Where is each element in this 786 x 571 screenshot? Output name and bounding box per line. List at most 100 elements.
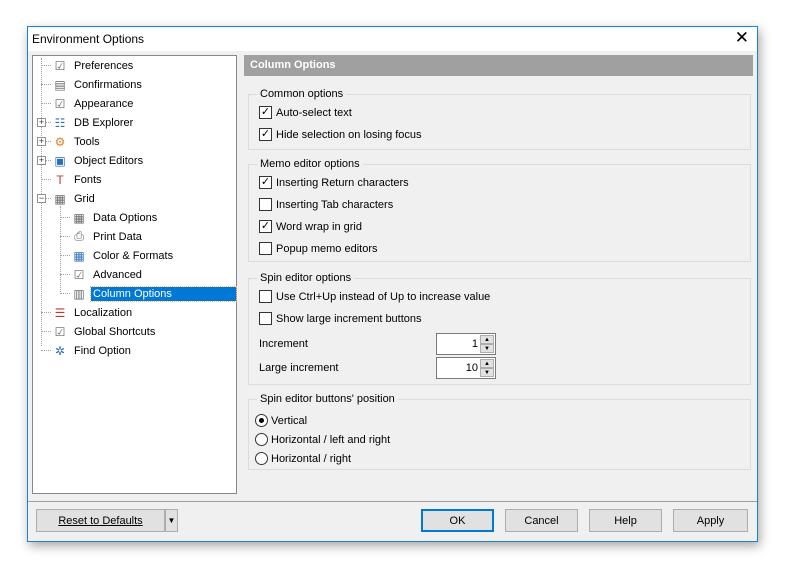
tree-line: [41, 179, 51, 180]
expand-icon[interactable]: +: [37, 137, 46, 146]
tree-item-label: Advanced: [93, 268, 142, 281]
close-icon[interactable]: ✕: [735, 29, 749, 47]
checkbox-word-wrap-in-grid[interactable]: ✓ Word wrap in grid: [259, 220, 362, 233]
checkbox-popup-memo-editors[interactable]: Popup memo editors: [259, 242, 378, 255]
checkbox-icon[interactable]: [259, 290, 272, 303]
apply-button[interactable]: Apply: [673, 509, 748, 532]
tree-item-global-shortcuts[interactable]: ☑ Global Shortcuts: [52, 322, 157, 341]
appearance-icon: ☑: [54, 96, 66, 111]
checkbox-inserting-return-characters[interactable]: ✓ Inserting Return characters: [259, 176, 409, 189]
options-tree[interactable]: ☑ Preferences ▤ Confirmations ☑ Appearance + ☷ D…: [32, 55, 237, 494]
group-legend: Spin editor options: [257, 272, 355, 284]
spin-up-icon[interactable]: ▲: [480, 359, 494, 368]
collapse-icon[interactable]: −: [37, 194, 46, 203]
radio-horizontal-left-and-right[interactable]: Horizontal / left and right: [255, 433, 390, 446]
expand-icon[interactable]: +: [37, 118, 46, 127]
checkbox-show-large-increment-buttons[interactable]: Show large increment buttons: [259, 312, 422, 325]
radio-label: Horizontal / right: [271, 452, 352, 465]
tree-item-label: Data Options: [93, 211, 158, 224]
spin-down-icon[interactable]: ▼: [480, 368, 494, 377]
checkbox-icon[interactable]: [259, 198, 272, 211]
checkbox-label: Auto-select text: [276, 106, 352, 119]
checkbox-label: Show large increment buttons: [276, 312, 422, 325]
group-legend: Spin editor buttons' position: [257, 393, 398, 405]
tree-item-confirmations[interactable]: ▤ Confirmations: [52, 75, 144, 94]
tree-item-label: Color & Formats: [93, 249, 174, 262]
checkbox-use-ctrl-up-instead-of-up-to-increase-value[interactable]: Use Ctrl+Up instead of Up to increase va…: [259, 290, 490, 303]
chevron-down-icon: ▼: [167, 516, 176, 525]
tree-item-tools[interactable]: ⚙ Tools: [52, 132, 102, 151]
column-grid-icon: ▥: [73, 286, 85, 301]
radio-icon[interactable]: [255, 452, 268, 465]
title-bar: Environment Options ✕: [28, 27, 757, 51]
spin-up-icon[interactable]: ▲: [480, 335, 494, 344]
reset-to-defaults-button[interactable]: Reset to Defaults: [36, 509, 165, 532]
grid-icon: ▦: [54, 191, 66, 206]
checkbox-label: Word wrap in grid: [276, 220, 362, 233]
checkbox-icon[interactable]: ✓: [259, 220, 272, 233]
grid-data-icon: ▦: [73, 210, 85, 225]
checkbox-icon[interactable]: [259, 312, 272, 325]
ok-button[interactable]: OK: [421, 509, 494, 532]
tree-item-color-formats[interactable]: ▦ Color & Formats: [71, 246, 175, 265]
tree-line: [41, 103, 51, 104]
checkbox-label: Inserting Return characters: [276, 176, 409, 189]
checkbox-icon[interactable]: ✓: [259, 128, 272, 141]
reset-label: Reset to Defaults: [58, 514, 143, 527]
radio-vertical[interactable]: Vertical: [255, 414, 307, 427]
shortcuts-icon: ☑: [54, 324, 66, 339]
tree-line: [41, 312, 51, 313]
large-increment-value: 10: [465, 362, 478, 374]
tree-line: [60, 217, 70, 218]
spin-editor-options-group: Spin editor options Use Ctrl+Up instead …: [248, 272, 751, 385]
spin-buttons-position-group: Spin editor buttons' position Vertical Ho…: [248, 393, 751, 470]
tree-item-label: Preferences: [74, 59, 134, 72]
tree-item-db-explorer[interactable]: ☷ DB Explorer: [52, 113, 135, 132]
radio-label: Vertical: [271, 414, 308, 427]
tree-item-appearance[interactable]: ☑ Appearance: [52, 94, 135, 113]
gears-icon: ⚙: [54, 134, 66, 149]
tree-item-find-option[interactable]: ✲ Find Option: [52, 341, 133, 360]
large-increment-spinner[interactable]: 10 ▲ ▼: [436, 357, 496, 379]
increment-spinner[interactable]: 1 ▲ ▼: [436, 333, 496, 355]
group-legend: Common options: [257, 88, 347, 100]
tree-item-column-options[interactable]: ▥ Column Options: [71, 284, 237, 303]
tree-item-label: Fonts: [74, 173, 102, 186]
reset-dropdown-button[interactable]: ▼: [165, 509, 178, 532]
checkbox-inserting-tab-characters[interactable]: Inserting Tab characters: [259, 198, 393, 211]
tree-item-label: Grid: [74, 192, 95, 205]
localization-icon: ☰: [54, 305, 66, 320]
checkbox-hide-selection-on-losing-focus[interactable]: ✓ Hide selection on losing focus: [259, 128, 422, 141]
checkbox-icon[interactable]: [259, 242, 272, 255]
tree-item-print-data[interactable]: ⎙ Print Data: [71, 227, 144, 246]
tree-line: [60, 293, 70, 294]
increment-label: Increment: [259, 338, 308, 350]
checkbox-label: Use Ctrl+Up instead of Up to increase va…: [276, 290, 491, 303]
tree-item-label: Column Options: [90, 285, 237, 302]
radio-icon[interactable]: [255, 414, 268, 427]
checkbox-auto-select-text[interactable]: ✓ Auto-select text: [259, 106, 352, 119]
radio-horizontal-right[interactable]: Horizontal / right: [255, 452, 351, 465]
checkbox-label: Inserting Tab characters: [276, 198, 394, 211]
printer-icon: ⎙: [74, 229, 84, 243]
checkbox-icon[interactable]: ✓: [259, 176, 272, 189]
tree-item-fonts[interactable]: T Fonts: [52, 170, 104, 189]
radio-icon[interactable]: [255, 433, 268, 446]
cancel-button[interactable]: Cancel: [505, 509, 578, 532]
tree-item-object-editors[interactable]: ▣ Object Editors: [52, 151, 145, 170]
tree-line: [41, 331, 51, 332]
tree-item-data-options[interactable]: ▦ Data Options: [71, 208, 159, 227]
help-button[interactable]: Help: [589, 509, 662, 532]
tree-item-preferences[interactable]: ☑ Preferences: [52, 56, 135, 75]
expand-icon[interactable]: +: [37, 156, 46, 165]
checkbox-icon[interactable]: ✓: [259, 106, 272, 119]
tree-item-label: Print Data: [93, 230, 142, 243]
tree-item-advanced[interactable]: ☑ Advanced: [71, 265, 144, 284]
tree-item-grid[interactable]: ▦ Grid: [52, 189, 97, 208]
tree-line: [41, 350, 51, 351]
tree-item-localization[interactable]: ☰ Localization: [52, 303, 134, 322]
spin-down-icon[interactable]: ▼: [480, 344, 494, 353]
tree-line: [60, 206, 61, 292]
increment-value: 1: [471, 338, 478, 350]
font-icon: T: [56, 172, 64, 187]
